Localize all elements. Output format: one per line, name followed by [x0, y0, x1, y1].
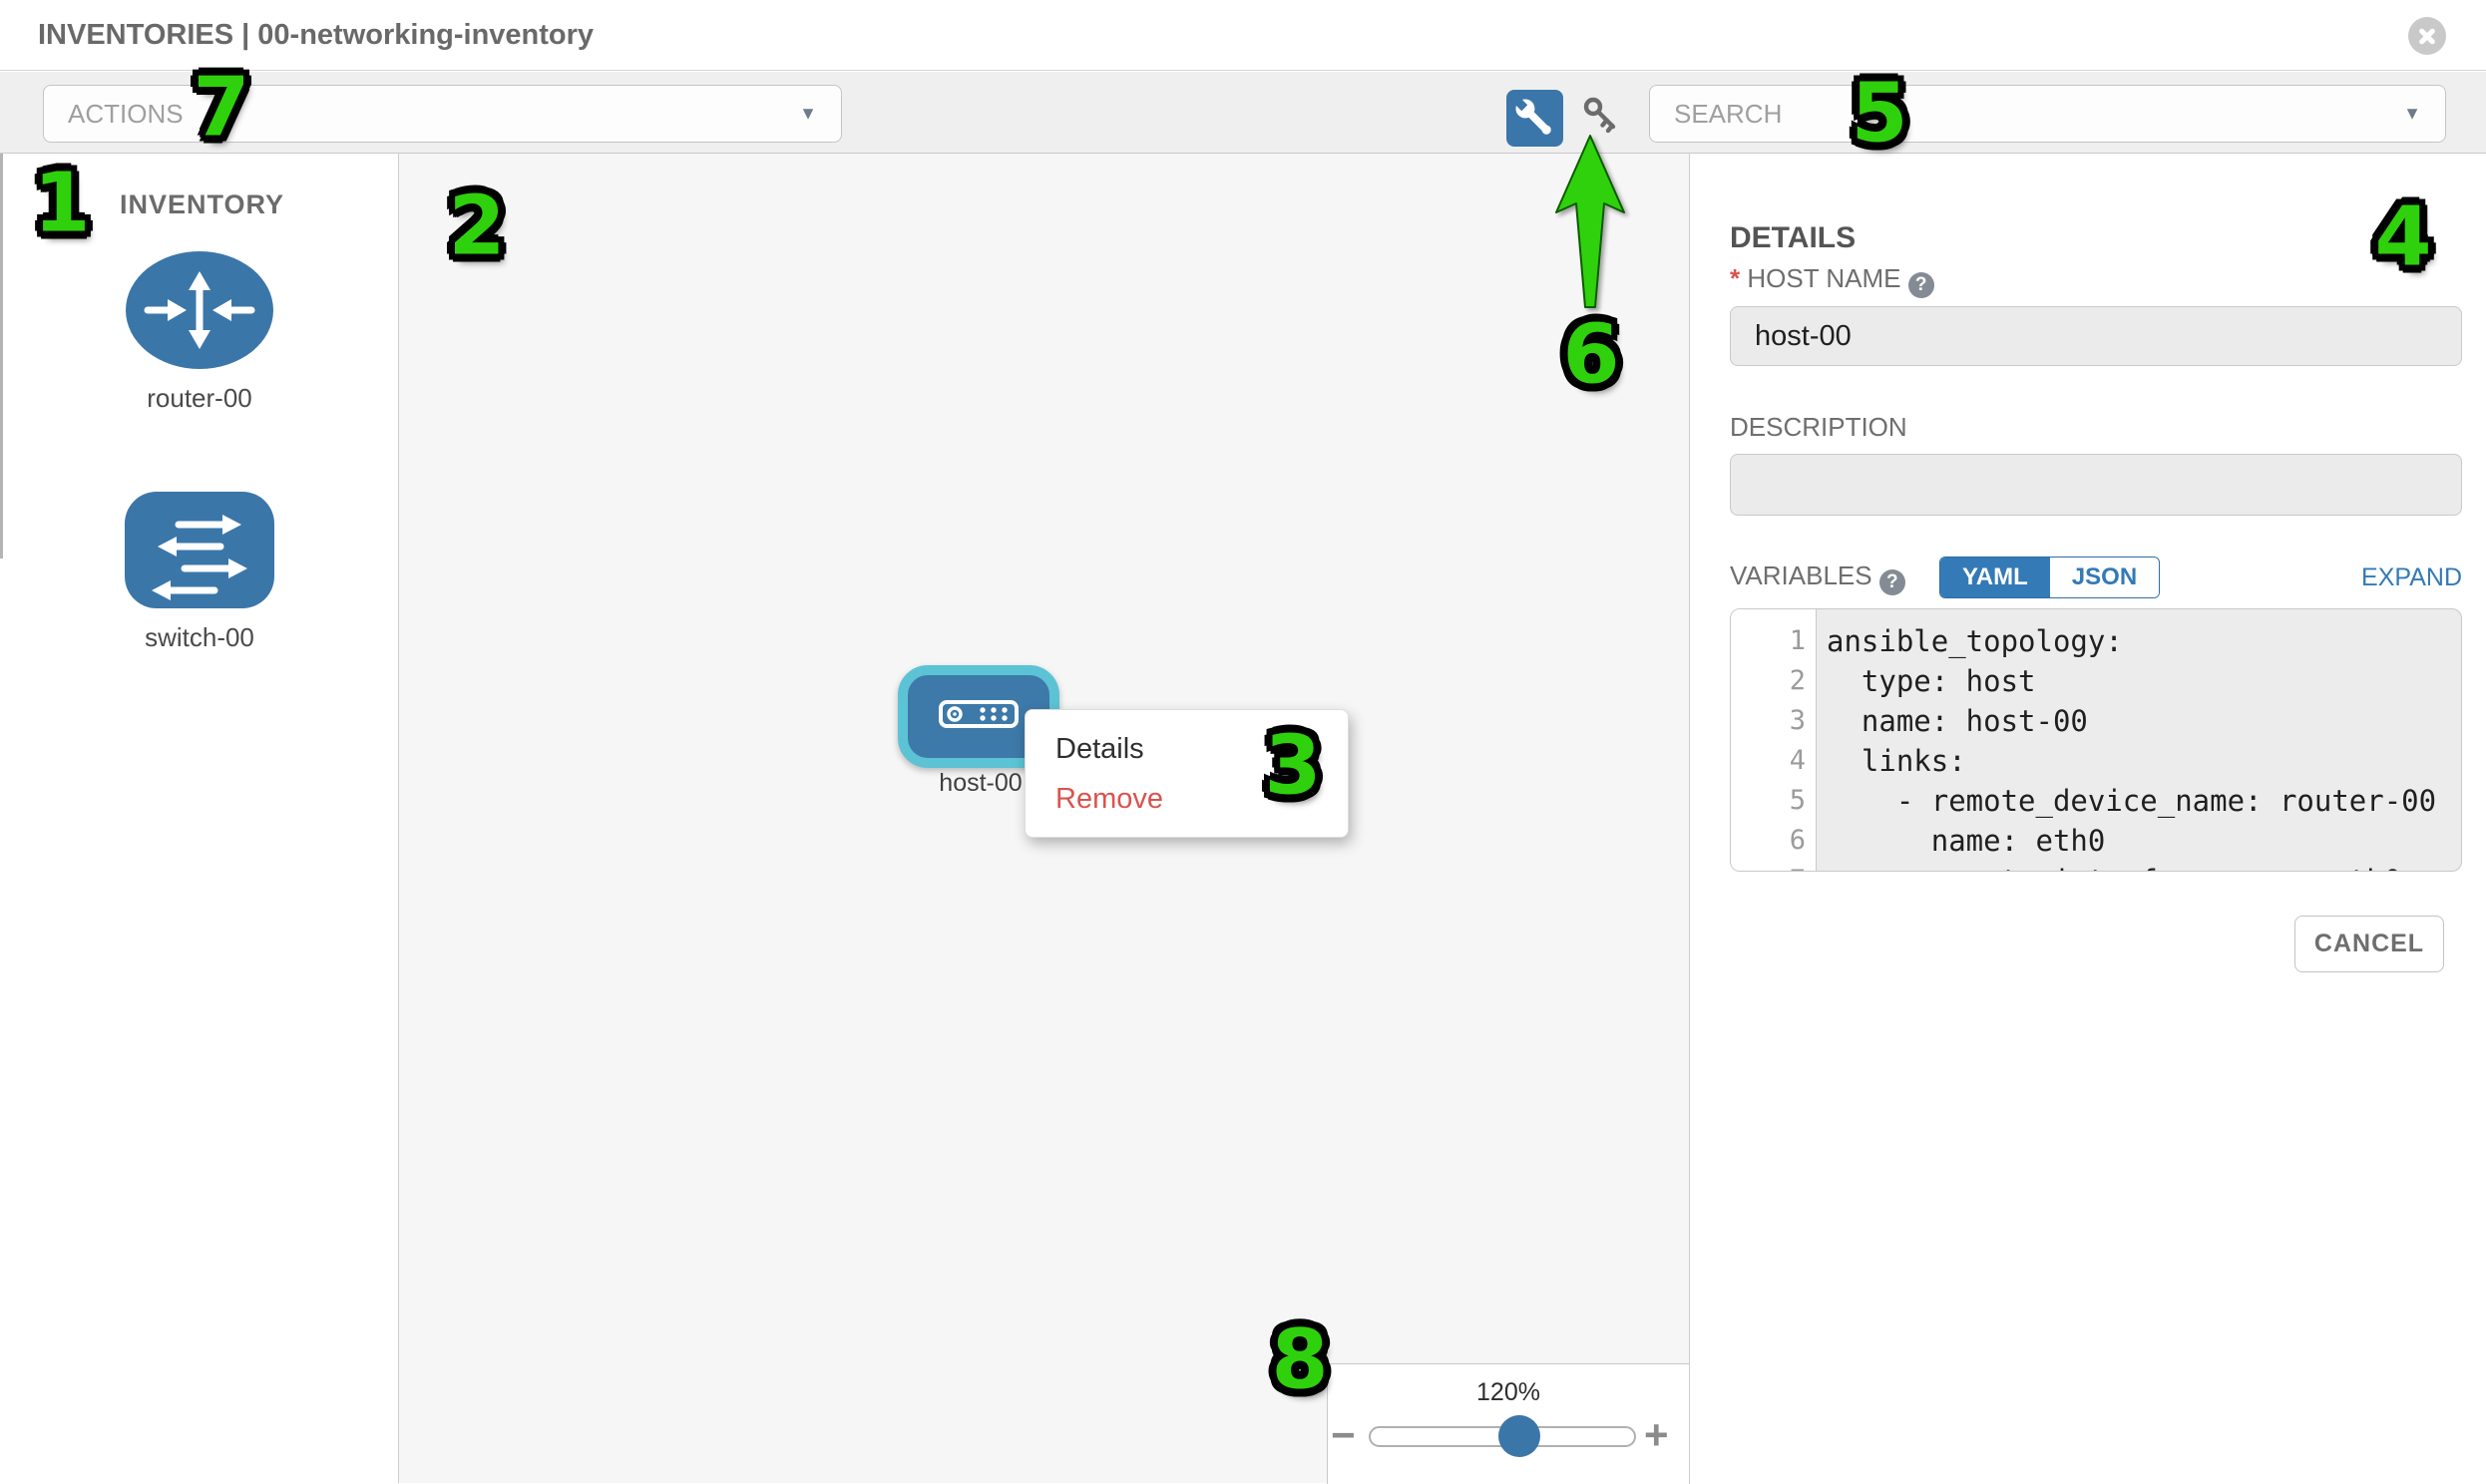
required-marker: *: [1730, 263, 1740, 293]
zoom-in-button[interactable]: +: [1644, 1415, 1669, 1455]
tab-yaml[interactable]: YAML: [1940, 557, 2050, 597]
code-line: type: host: [1827, 661, 2461, 701]
expand-link[interactable]: EXPAND: [2312, 563, 2462, 592]
code-editor-gutter: 1 2 3 4 5 6 7: [1731, 609, 1817, 871]
host-name-label-row: * HOST NAME ?: [1730, 263, 1934, 298]
annotation-arrow-up: [1546, 130, 1634, 320]
router-icon: [126, 356, 273, 373]
sidebar-item-label: switch-00: [90, 622, 309, 653]
search-dropdown[interactable]: SEARCH ▼: [1649, 85, 2446, 143]
zoom-out-button[interactable]: −: [1331, 1415, 1356, 1455]
zoom-level-value: 120%: [1327, 1378, 1690, 1407]
cancel-button[interactable]: CANCEL: [2294, 916, 2444, 972]
sidebar-item-router[interactable]: router-00: [90, 251, 309, 414]
switch-icon: [125, 595, 274, 612]
variables-format-toggle: YAML JSON: [1939, 556, 2160, 598]
actions-dropdown[interactable]: ACTIONS ▼: [43, 85, 842, 143]
variables-label-row: VARIABLES ?: [1730, 560, 1905, 595]
chevron-down-icon: ▼: [2403, 104, 2421, 125]
line-number: 6: [1731, 821, 1806, 861]
line-number: 3: [1731, 701, 1806, 741]
annotation-digit-4: 4: [2374, 190, 2431, 285]
annotation-digit-6: 6: [1562, 308, 1619, 403]
line-number: 4: [1731, 741, 1806, 781]
host-icon: [939, 700, 1019, 733]
annotation-digit-1: 1: [33, 157, 90, 251]
variables-code-editor[interactable]: 1 2 3 4 5 6 7 ansible_topology: type: ho…: [1730, 608, 2462, 872]
chevron-down-icon: ▼: [799, 104, 817, 125]
close-icon[interactable]: [2408, 17, 2446, 55]
actions-dropdown-label: ACTIONS: [68, 99, 184, 130]
annotation-digit-5: 5: [1851, 67, 1907, 162]
code-line: name: host-00: [1827, 701, 2461, 741]
sidebar-item-switch[interactable]: switch-00: [90, 492, 309, 653]
annotation-digit-3: 3: [1264, 719, 1321, 814]
line-number: 2: [1731, 661, 1806, 701]
line-number: 1: [1731, 621, 1806, 661]
code-line: remote_interface_name: eth0: [1827, 861, 2461, 872]
help-icon[interactable]: ?: [1908, 272, 1934, 298]
annotation-digit-8: 8: [1271, 1313, 1328, 1408]
code-editor-content: ansible_topology: type: host name: host-…: [1817, 609, 2461, 871]
search-dropdown-label: SEARCH: [1674, 99, 1782, 130]
inventory-panel-title: INVENTORY: [120, 189, 284, 220]
window-header: INVENTORIES | 00-networking-inventory: [0, 0, 2486, 71]
annotation-digit-7: 7: [193, 61, 249, 156]
tab-json[interactable]: JSON: [2050, 557, 2159, 597]
help-icon[interactable]: ?: [1879, 569, 1905, 595]
description-input[interactable]: [1730, 454, 2462, 516]
zoom-slider-thumb[interactable]: [1498, 1415, 1540, 1457]
code-line: - remote_device_name: router-00: [1827, 781, 2461, 821]
host-name-label: HOST NAME: [1747, 263, 1900, 293]
sidebar-scrollbar[interactable]: [0, 154, 3, 558]
code-line: links:: [1827, 741, 2461, 781]
variables-label: VARIABLES: [1730, 560, 1872, 590]
line-number: 7: [1731, 861, 1806, 872]
sidebar-item-label: router-00: [90, 383, 309, 414]
details-panel-title: DETAILS: [1730, 221, 1856, 255]
code-line: ansible_topology:: [1827, 621, 2461, 661]
host-name-input[interactable]: [1730, 306, 2462, 366]
code-line: name: eth0: [1827, 821, 2461, 861]
description-label: DESCRIPTION: [1730, 412, 1907, 443]
page-title: INVENTORIES | 00-networking-inventory: [38, 0, 594, 71]
annotation-digit-2: 2: [448, 180, 505, 274]
line-number: 5: [1731, 781, 1806, 821]
